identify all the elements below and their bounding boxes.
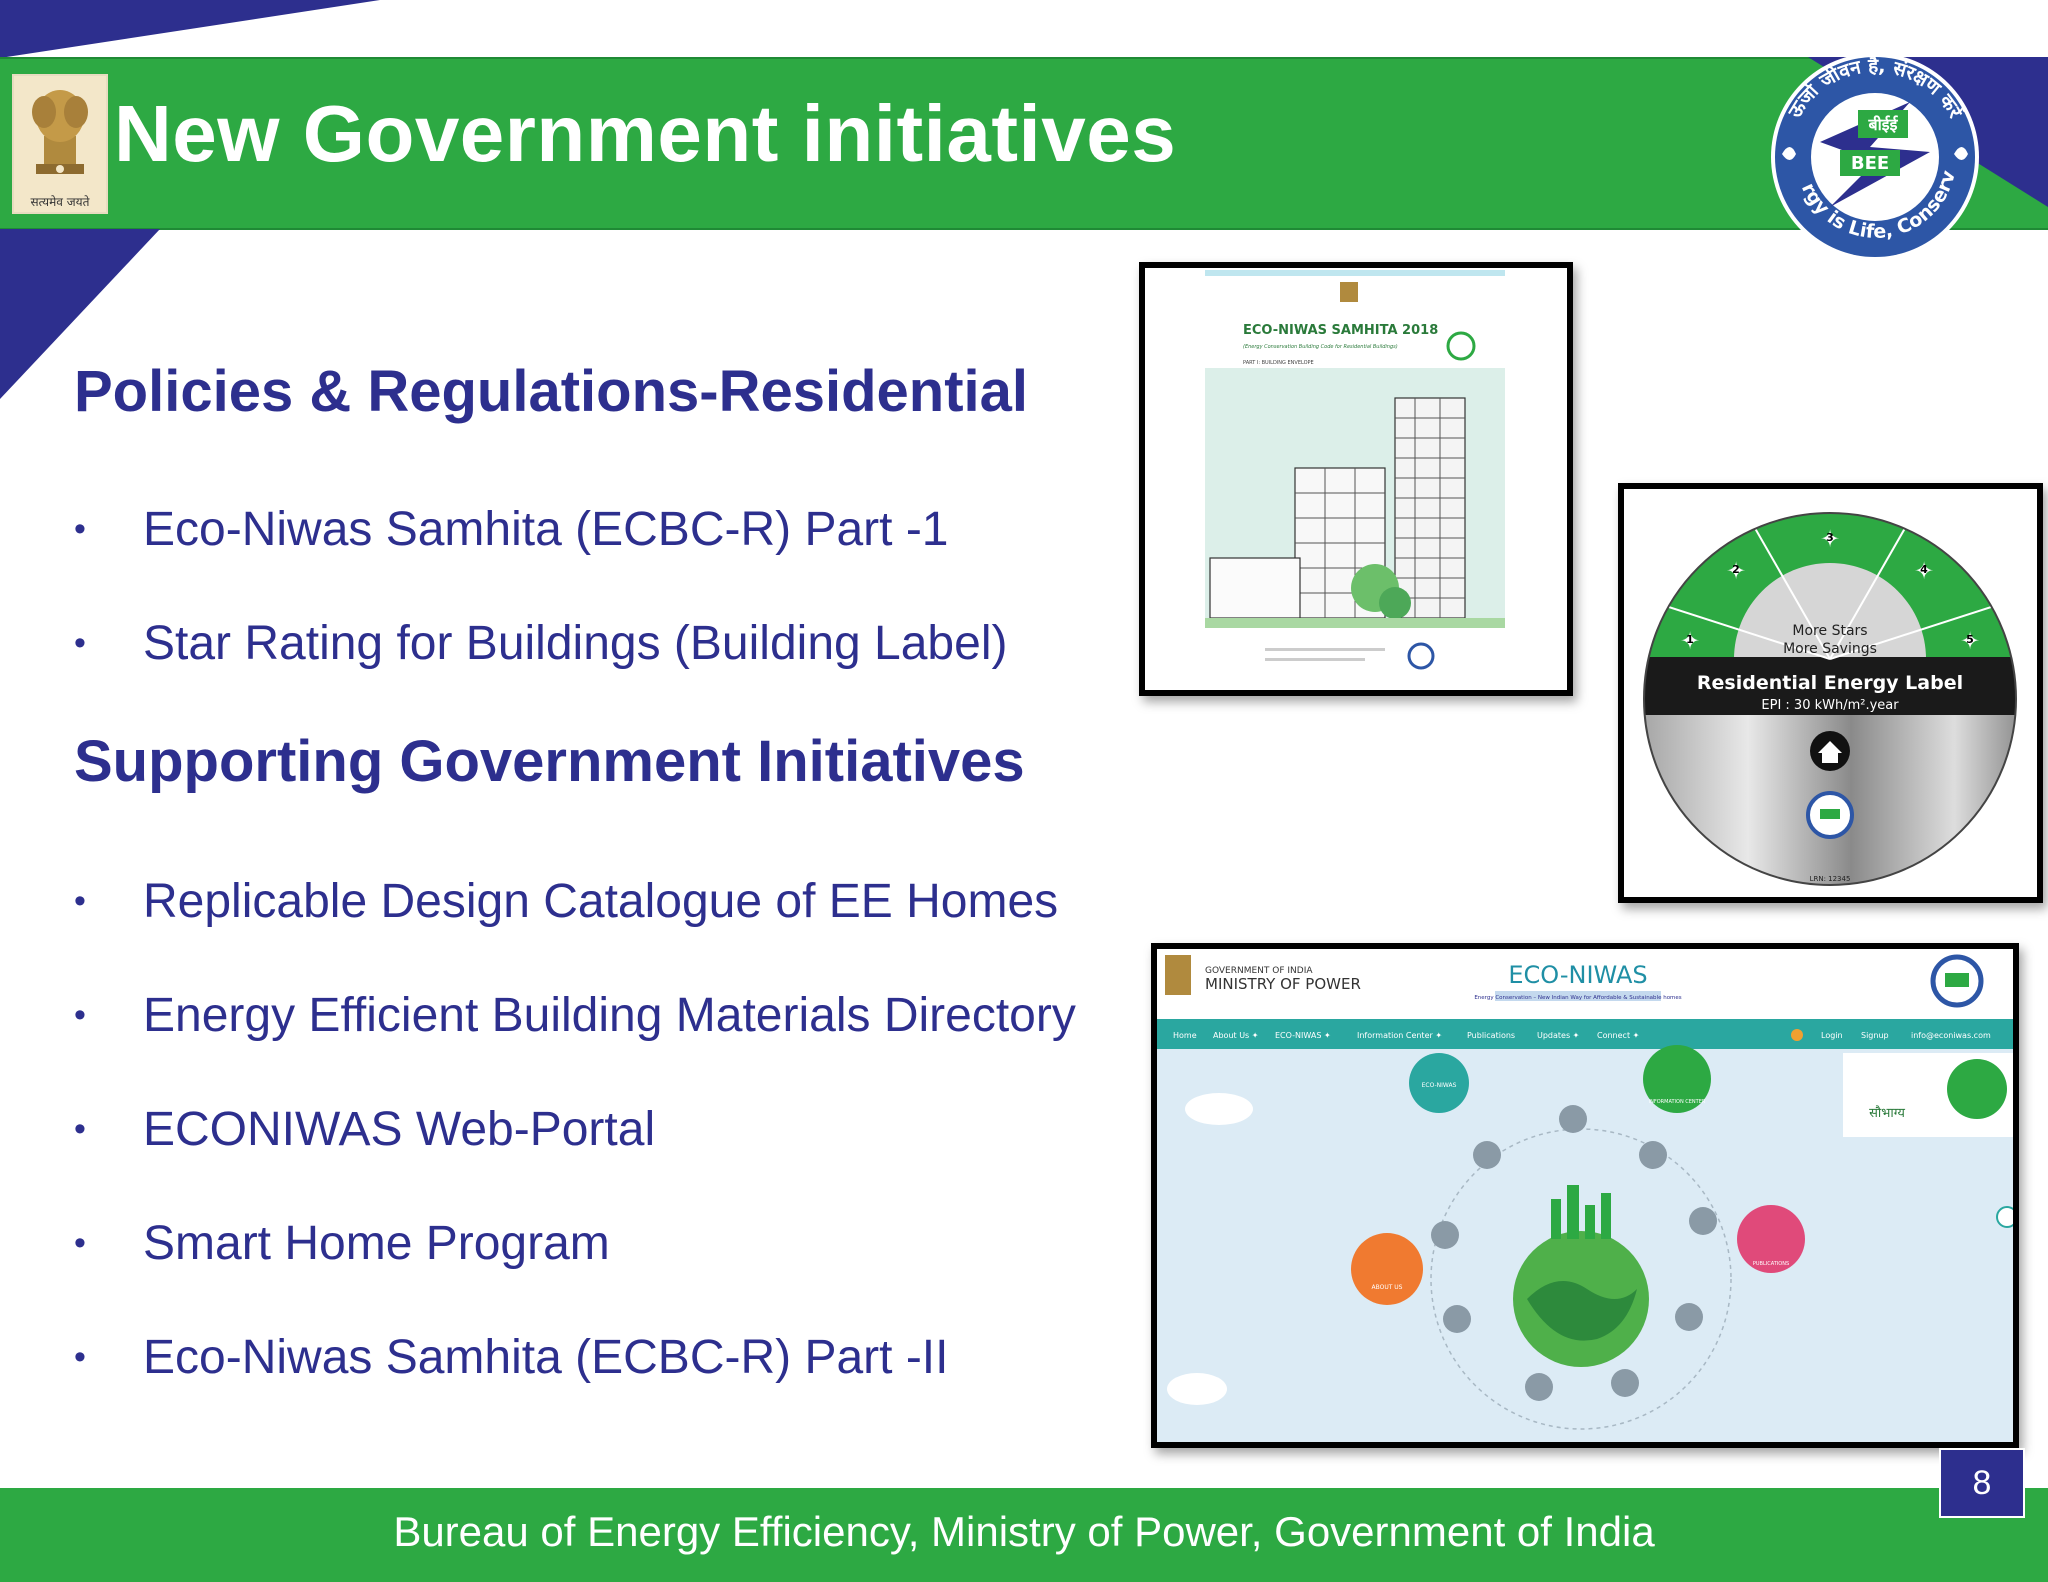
footer-text: Bureau of Energy Efficiency, Ministry of… bbox=[393, 1508, 1655, 1555]
portal-login-link[interactable]: Login bbox=[1821, 1031, 1843, 1040]
logo-hindi-abbr: बीईई bbox=[1868, 115, 1899, 134]
eco-niwas-cover-image: ECO-NIWAS SAMHITA 2018 (Energy Conservat… bbox=[1139, 262, 1573, 696]
list-item: Smart Home Program bbox=[143, 1217, 610, 1270]
cover-illustration: ECO-NIWAS SAMHITA 2018 (Energy Conservat… bbox=[1145, 268, 1567, 690]
portal-gov-line-2: MINISTRY OF POWER bbox=[1205, 975, 1361, 993]
list-item: Replicable Design Catalogue of EE Homes bbox=[143, 875, 1059, 928]
portal-bubble-about[interactable]: ABOUT US bbox=[1371, 1284, 1402, 1291]
cover-part: PART I: BUILDING ENVELOPE bbox=[1243, 360, 1314, 366]
logo-abbr: BEE bbox=[1851, 153, 1889, 174]
portal-nav-updates[interactable]: Updates ✦ bbox=[1537, 1031, 1580, 1040]
bullet-icon: • bbox=[74, 1338, 86, 1376]
national-emblem-logo: सत्यमेव जयते bbox=[12, 74, 108, 214]
portal-site-title: ECO-NIWAS bbox=[1508, 961, 1647, 989]
bullet-icon: • bbox=[74, 624, 86, 662]
label-epi: EPI : 30 kWh/m².year bbox=[1761, 698, 1899, 713]
portal-saubhagya: सौभाग्य bbox=[1869, 1105, 1905, 1121]
portal-nav-about[interactable]: About Us ✦ bbox=[1213, 1031, 1259, 1040]
page-number: 8 bbox=[1939, 1448, 2025, 1518]
bullet-icon: • bbox=[74, 510, 86, 548]
emblem-motto: सत्यमेव जयते bbox=[30, 195, 90, 209]
energy-label-illustration: ✦ ✦ ✦ ✦ ✦ 1 2 3 4 5 More Stars More Savi… bbox=[1624, 489, 2037, 897]
label-title: Residential Energy Label bbox=[1697, 672, 1963, 694]
star-label: 1 bbox=[1686, 633, 1694, 646]
econiwas-portal-screenshot: GOVERNMENT OF INDIA MINISTRY OF POWER EC… bbox=[1151, 943, 2019, 1448]
search-icon[interactable] bbox=[1791, 1029, 1803, 1041]
portal-signup-link[interactable]: Signup bbox=[1861, 1031, 1889, 1040]
bullet-icon: • bbox=[74, 1224, 86, 1262]
star-label: 2 bbox=[1732, 563, 1740, 576]
portal-nav-connect[interactable]: Connect ✦ bbox=[1597, 1031, 1640, 1040]
chat-icon[interactable] bbox=[1996, 1206, 2013, 1228]
star-label: 4 bbox=[1920, 563, 1928, 576]
lion-capital-icon bbox=[32, 90, 88, 174]
portal-illustration: GOVERNMENT OF INDIA MINISTRY OF POWER EC… bbox=[1157, 949, 2013, 1442]
cover-title: ECO-NIWAS SAMHITA 2018 bbox=[1243, 323, 1438, 338]
star-label: 3 bbox=[1826, 531, 1834, 544]
bullet-icon: • bbox=[74, 882, 86, 920]
portal-nav-info-center[interactable]: Information Center ✦ bbox=[1357, 1031, 1442, 1040]
label-tagline-1: More Stars bbox=[1792, 623, 1867, 639]
bee-logo: बीईई BEE ऊर्जा जीवन है, संरक्षण करें Ene… bbox=[1760, 32, 1979, 261]
bullet-icon: • bbox=[74, 1110, 86, 1148]
cover-subtitle: (Energy Conservation Building Code for R… bbox=[1243, 344, 1398, 350]
list-item: Eco-Niwas Samhita (ECBC-R) Part -II bbox=[143, 1331, 949, 1384]
portal-nav-home[interactable]: Home bbox=[1173, 1031, 1197, 1040]
portal-email-link[interactable]: info@econiwas.com bbox=[1911, 1031, 1991, 1040]
portal-bubble-info[interactable]: INFORMATION CENTER bbox=[1649, 1099, 1706, 1105]
header-corner-decoration bbox=[0, 0, 380, 58]
list-item: Star Rating for Buildings (Building Labe… bbox=[143, 617, 1008, 670]
list-item: ECONIWAS Web-Portal bbox=[143, 1103, 656, 1156]
bullet-icon: • bbox=[74, 996, 86, 1034]
portal-site-tagline: Energy Conservation – New Indian Way for… bbox=[1474, 995, 1681, 1001]
section-heading-supporting: Supporting Government Initiatives bbox=[74, 729, 1025, 794]
residential-energy-label-image: ✦ ✦ ✦ ✦ ✦ 1 2 3 4 5 More Stars More Savi… bbox=[1618, 483, 2043, 903]
portal-bubble-econiwas[interactable]: ECO-NIWAS bbox=[1422, 1082, 1457, 1089]
page-title: New Government initiatives bbox=[114, 89, 1177, 178]
section-heading-policies: Policies & Regulations-Residential bbox=[74, 359, 1028, 424]
portal-bubble-publications[interactable]: PUBLICATIONS bbox=[1753, 1261, 1789, 1267]
star-label: 5 bbox=[1966, 633, 1974, 646]
list-item: Eco-Niwas Samhita (ECBC-R) Part -1 bbox=[143, 503, 949, 556]
portal-nav-econiwas[interactable]: ECO-NIWAS ✦ bbox=[1275, 1031, 1331, 1040]
list-item: Energy Efficient Building Materials Dire… bbox=[143, 989, 1076, 1042]
label-lrn: LRN: 12345 bbox=[1810, 875, 1851, 883]
label-tagline-2: More Savings bbox=[1783, 641, 1877, 657]
portal-nav-publications[interactable]: Publications bbox=[1467, 1031, 1515, 1040]
